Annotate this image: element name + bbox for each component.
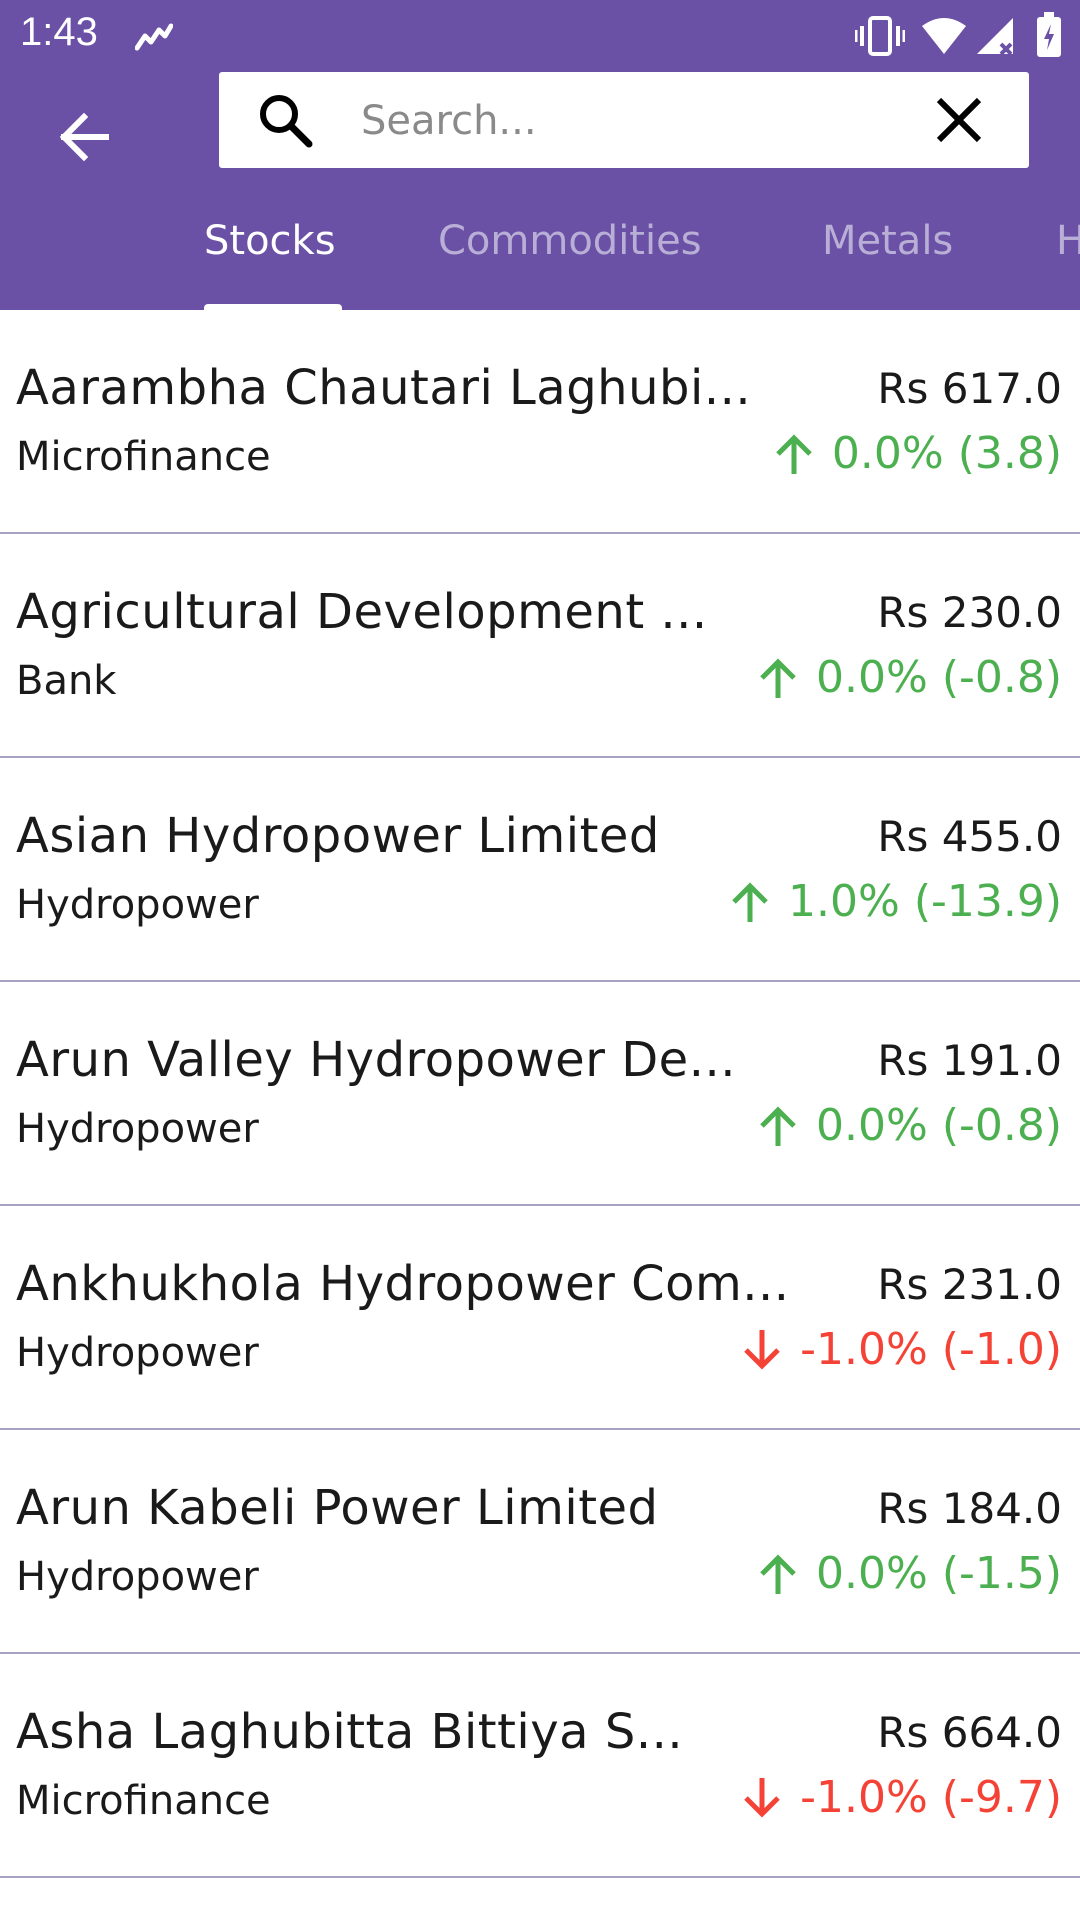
stock-sector: Microfinance (16, 434, 271, 480)
stock-sector: Hydropower (16, 1554, 259, 1600)
stock-row[interactable]: Asha Laghubitta Bittiya S... Microfinance… (0, 1654, 1080, 1878)
stock-name: Asian Hydropower Limited (16, 808, 660, 864)
tab-partial[interactable]: H (1056, 198, 1080, 310)
stock-sector: Hydropower (16, 1330, 259, 1376)
close-icon (936, 97, 982, 143)
stock-row[interactable]: Arun Kabeli Power Limited Hydropower Rs 18… (0, 1430, 1080, 1654)
stock-change-value: 1.0% (-13.9) (788, 876, 1062, 927)
stock-sector: Bank (16, 658, 117, 704)
stock-row[interactable]: Agricultural Development ... Bank Rs 230.0… (0, 534, 1080, 758)
stock-price: Rs 617.0 (877, 364, 1062, 413)
stock-name: Arun Kabeli Power Limited (16, 1480, 659, 1536)
stock-list: Aarambha Chautari Laghubi... Microfinance… (0, 310, 1080, 1878)
stock-change: 0.0% (-0.8) (758, 1100, 1062, 1151)
search-input[interactable] (359, 90, 923, 152)
stock-name: Asha Laghubitta Bittiya S... (16, 1704, 684, 1760)
stock-sector: Hydropower (16, 1106, 259, 1152)
signal-icon (975, 16, 1017, 60)
stock-change: 0.0% (3.8) (774, 428, 1062, 479)
stock-change-value: 0.0% (-0.8) (816, 652, 1062, 703)
stock-price: Rs 455.0 (877, 812, 1062, 861)
arrow-up-icon (760, 1553, 796, 1594)
stock-change-value: -1.0% (-9.7) (800, 1772, 1062, 1823)
search-icon (257, 92, 313, 152)
stock-name: Aarambha Chautari Laghubi... (16, 360, 752, 416)
vibrate-icon (854, 14, 906, 62)
arrow-up-icon (760, 657, 796, 698)
tab-metals[interactable]: Metals (822, 198, 953, 310)
app-bar: Stocks Commodities Metals H (0, 72, 1080, 312)
stock-change: 0.0% (-1.5) (758, 1548, 1062, 1599)
status-bar: 1:43 (0, 0, 1080, 72)
arrow-left-icon (59, 112, 109, 162)
stock-name: Arun Valley Hydropower De... (16, 1032, 736, 1088)
trend-icon (134, 22, 174, 56)
search-bar (219, 72, 1029, 168)
stock-row[interactable]: Asian Hydropower Limited Hydropower Rs 455… (0, 758, 1080, 982)
stock-change-value: -1.0% (-1.0) (800, 1324, 1062, 1375)
stock-change-value: 0.0% (3.8) (831, 428, 1062, 479)
stock-row[interactable]: Arun Valley Hydropower De... Hydropower Rs… (0, 982, 1080, 1206)
arrow-up-icon (732, 881, 768, 922)
tab-stocks[interactable]: Stocks (204, 198, 336, 310)
stock-row[interactable]: Ankhukhola Hydropower Com... Hydropower Rs… (0, 1206, 1080, 1430)
stock-row[interactable]: Aarambha Chautari Laghubi... Microfinance… (0, 310, 1080, 534)
tab-commodities[interactable]: Commodities (438, 198, 702, 310)
stock-name: Ankhukhola Hydropower Com... (16, 1256, 790, 1312)
stock-change: -1.0% (-1.0) (742, 1324, 1062, 1375)
clear-search-button[interactable] (929, 90, 989, 150)
stock-price: Rs 191.0 (877, 1036, 1062, 1085)
stock-sector: Microfinance (16, 1778, 271, 1824)
stock-price: Rs 230.0 (877, 588, 1062, 637)
stock-price: Rs 231.0 (877, 1260, 1062, 1309)
battery-icon (1036, 12, 1062, 62)
stock-name: Agricultural Development ... (16, 584, 708, 640)
arrow-up-icon (776, 433, 812, 474)
stock-change: 1.0% (-13.9) (730, 876, 1062, 927)
status-time: 1:43 (20, 10, 98, 54)
stock-change: -1.0% (-9.7) (742, 1772, 1062, 1823)
arrow-down-icon (744, 1329, 780, 1370)
stock-change: 0.0% (-0.8) (758, 652, 1062, 703)
category-tabs: Stocks Commodities Metals H (0, 198, 1080, 310)
stock-sector: Hydropower (16, 882, 259, 928)
stock-price: Rs 664.0 (877, 1708, 1062, 1757)
wifi-icon (920, 16, 968, 60)
back-button[interactable] (50, 102, 120, 172)
stock-change-value: 0.0% (-1.5) (816, 1548, 1062, 1599)
arrow-down-icon (744, 1777, 780, 1818)
stock-change-value: 0.0% (-0.8) (816, 1100, 1062, 1151)
arrow-up-icon (760, 1105, 796, 1146)
stock-price: Rs 184.0 (877, 1484, 1062, 1533)
